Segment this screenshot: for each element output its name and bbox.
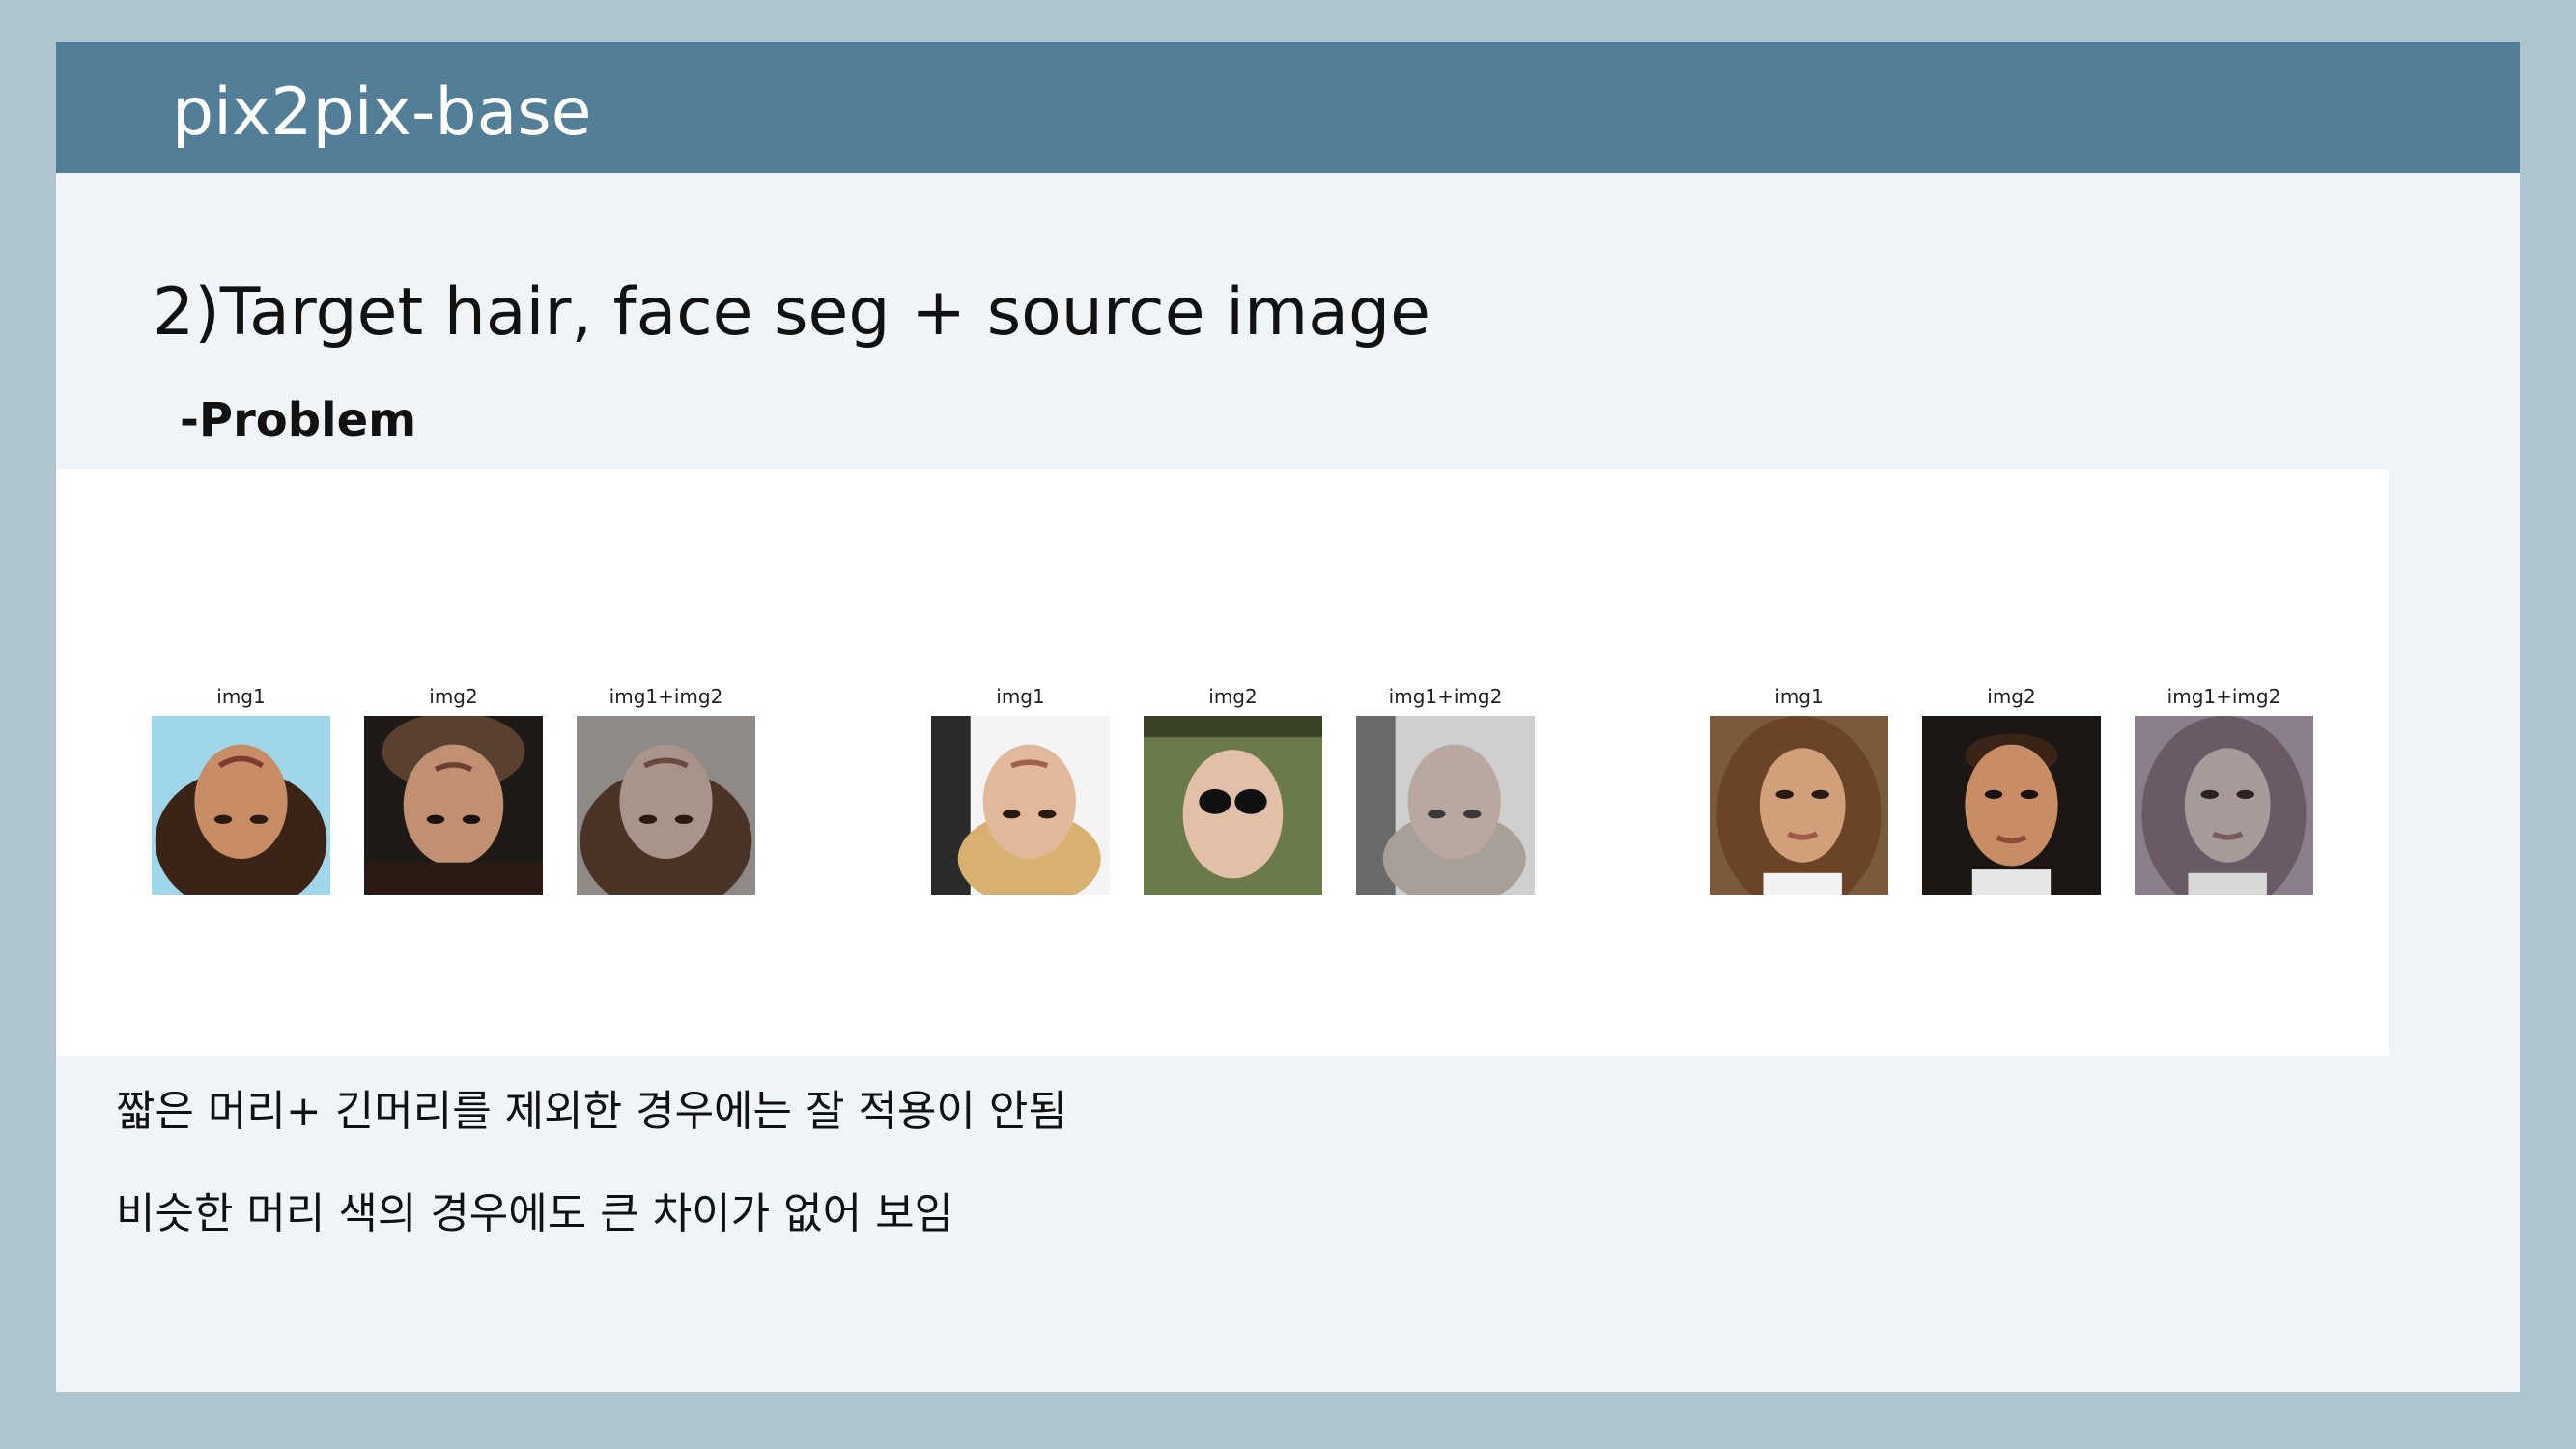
image-label: img1+img2 bbox=[2166, 685, 2281, 708]
slide-title: pix2pix-base bbox=[172, 74, 592, 151]
face-image bbox=[364, 716, 543, 895]
image-label: img1 bbox=[216, 685, 266, 708]
slide: pix2pix-base 2)Target hair, face seg + s… bbox=[56, 42, 2520, 1392]
result-figure: img1 img2 img1+img2 img1 img2 img1+img2 … bbox=[56, 469, 2389, 1056]
face-image bbox=[1710, 716, 1888, 895]
title-bar: pix2pix-base bbox=[56, 42, 2520, 173]
face-image bbox=[152, 716, 330, 895]
slide-heading: 2)Target hair, face seg + source image bbox=[153, 274, 1430, 351]
image-label: img2 bbox=[1987, 685, 2036, 708]
image-label: img1 bbox=[1774, 685, 1824, 708]
face-image bbox=[1144, 716, 1322, 895]
blended-face-image bbox=[577, 716, 755, 895]
note-line-1: 짧은 머리+ 긴머리를 제외한 경우에는 잘 적용이 안됨 bbox=[116, 1087, 1067, 1136]
blended-face-image bbox=[2135, 716, 2313, 895]
face-image bbox=[931, 716, 1110, 895]
problem-subheading: -Problem bbox=[180, 393, 417, 447]
image-label: img2 bbox=[429, 685, 478, 708]
blended-face-image bbox=[1356, 716, 1535, 895]
face-image bbox=[1922, 716, 2101, 895]
image-label: img1 bbox=[996, 685, 1045, 708]
image-label: img2 bbox=[1208, 685, 1258, 708]
note-line-2: 비슷한 머리 색의 경우에도 큰 차이가 없어 보임 bbox=[116, 1189, 954, 1238]
image-label: img1+img2 bbox=[609, 685, 723, 708]
image-label: img1+img2 bbox=[1388, 685, 1503, 708]
